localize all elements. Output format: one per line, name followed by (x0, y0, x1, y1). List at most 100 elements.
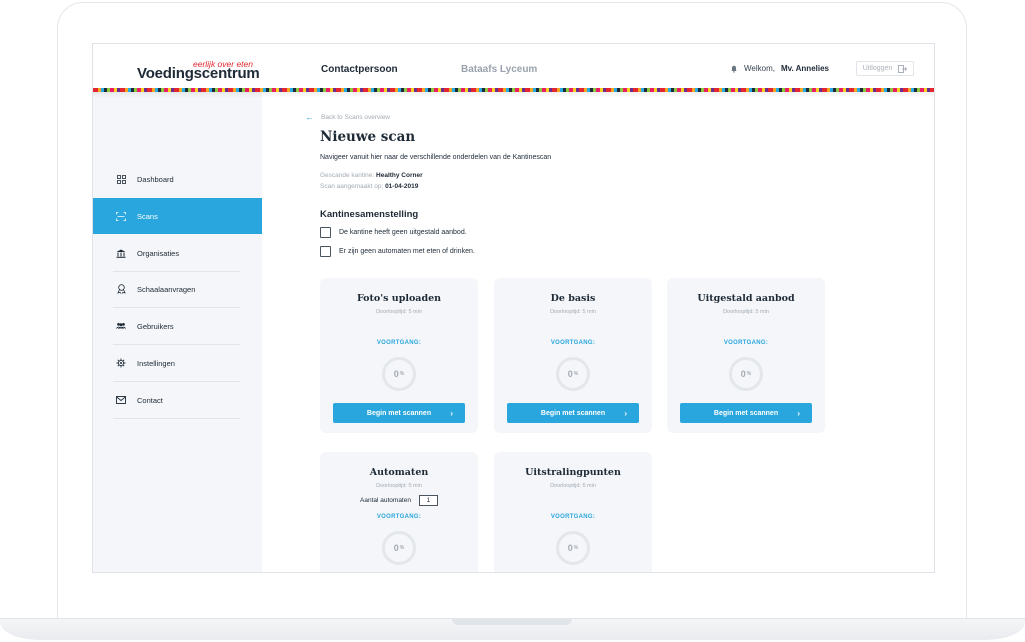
sidebar-item-label: Dashboard (137, 174, 174, 184)
checkbox-box[interactable] (320, 227, 331, 238)
card-display-offer: Uitgestald aanbod Doorlooptijd: 5 min VO… (667, 278, 825, 433)
sidebar: Dashboard Scans Organisaties Schaalaanvr… (93, 92, 262, 572)
progress-label: VOORTGANG: (376, 514, 422, 520)
vending-count-label: Aantal automaten (360, 497, 411, 504)
sidebar-item-schaalaanvragen[interactable]: Schaalaanvragen (93, 271, 262, 307)
progress-unit: % (399, 371, 405, 377)
tab-contactpersoon[interactable]: Contactpersoon (321, 64, 398, 75)
chevron-right-icon: › (624, 408, 627, 418)
progress-value: 0 (393, 369, 399, 379)
back-label: Back to Scans overview (321, 113, 391, 121)
sidebar-item-contact[interactable]: Contact (93, 382, 262, 418)
checkbox-no-vending[interactable]: Er zijn geen automaten met eten of drink… (320, 246, 475, 257)
sidebar-item-label: Schaalaanvragen (137, 284, 196, 294)
sidebar-item-dashboard[interactable]: Dashboard (93, 161, 262, 197)
card-title: Automaten (369, 467, 429, 478)
card-appearance-points: Uitstralingpunten Doorlooptijd: 5 min VO… (494, 452, 652, 572)
sidebar-item-label: Contact (137, 395, 163, 405)
users-icon (116, 321, 126, 331)
progress-ring: 0% (382, 357, 416, 391)
page-title: Nieuwe scan (320, 129, 416, 145)
logo-tagline: eerlijk over eten (193, 59, 254, 69)
sidebar-item-organisaties[interactable]: Organisaties (93, 235, 262, 271)
scan-icon (116, 211, 126, 221)
button-label: Begin met scannen (540, 409, 606, 417)
mail-icon (116, 395, 126, 405)
welcome-prefix: Welkom, (744, 64, 775, 73)
checkbox-label: Er zijn geen automaten met eten of drink… (339, 248, 475, 255)
section-title: Kantinesamenstelling (320, 209, 419, 220)
back-link[interactable]: ← Back to Scans overview (305, 112, 390, 122)
progress-value: 0 (567, 369, 573, 379)
logout-icon (898, 64, 908, 73)
progress-ring: 0% (556, 531, 590, 565)
tab-organisation[interactable]: Bataafs Lyceum (461, 64, 537, 75)
progress-label: VOORTGANG: (550, 340, 596, 346)
laptop-notch (452, 619, 572, 625)
card-title: De basis (550, 293, 596, 304)
sidebar-item-label: Instellingen (137, 358, 175, 368)
sidebar-item-gebruikers[interactable]: Gebruikers (93, 308, 262, 344)
created-meta: Scan aangemaakt op: 01-04-2019 (320, 183, 418, 190)
card-duration: Doorlooptijd: 5 min (550, 309, 596, 315)
card-title: Foto's uploaden (356, 293, 442, 304)
top-header: eerlijk over eten Voedingscentrum Contac… (93, 44, 934, 88)
chevron-right-icon: › (797, 408, 800, 418)
checkbox-no-display[interactable]: De kantine heeft geen uitgestald aanbod. (320, 227, 467, 238)
chevron-right-icon: › (450, 408, 453, 418)
created-label: Scan aangemaakt op: (320, 183, 384, 190)
page-subtitle: Navigeer vanuit hier naar de verschillen… (320, 154, 552, 161)
sidebar-item-label: Organisaties (137, 248, 180, 258)
sidebar-item-scans[interactable]: Scans (93, 198, 262, 234)
progress-unit: % (573, 545, 579, 551)
grid-icon (116, 174, 126, 184)
logout-button[interactable]: Uitloggen (856, 61, 914, 76)
begin-scan-button[interactable]: Begin met scannen › (680, 403, 812, 423)
sidebar-item-label: Gebruikers (137, 321, 174, 331)
progress-value: 0 (740, 369, 746, 379)
progress-label: VOORTGANG: (376, 340, 422, 346)
welcome-text: Welkom, Mv. Annelies (730, 64, 829, 73)
checkbox-box[interactable] (320, 246, 331, 257)
welcome-user: Mv. Annelies (780, 64, 829, 73)
logout-label: Uitloggen (862, 65, 893, 72)
card-vending-machines: Automaten Doorlooptijd: 5 min Aantal aut… (320, 452, 478, 572)
progress-ring: 0% (729, 357, 763, 391)
arrow-left-icon: ← (305, 112, 314, 122)
gear-icon (116, 358, 126, 368)
progress-label: VOORTGANG: (550, 514, 596, 520)
logo[interactable]: eerlijk over eten Voedingscentrum (137, 59, 260, 82)
card-title: Uitstralingpunten (525, 467, 621, 478)
progress-unit: % (399, 545, 405, 551)
progress-unit: % (746, 371, 752, 377)
begin-scan-button[interactable]: Begin met scannen › (507, 403, 639, 423)
card-title: Uitgestald aanbod (697, 293, 795, 304)
award-icon (116, 284, 126, 294)
sidebar-item-instellingen[interactable]: Instellingen (93, 345, 262, 381)
building-icon (116, 248, 126, 258)
canteen-meta: Gescande kantine: Healthy Corner (320, 172, 423, 179)
progress-value: 0 (567, 543, 573, 553)
vending-count-row: Aantal automaten 1 (320, 495, 478, 506)
sidebar-item-label: Scans (137, 211, 158, 221)
card-photos-upload: Foto's uploaden Doorlooptijd: 5 min VOOR… (320, 278, 478, 433)
progress-ring: 0% (556, 357, 590, 391)
vending-count-input[interactable]: 1 (418, 495, 438, 506)
card-duration: Doorlooptijd: 5 min (376, 483, 422, 489)
main-content: ← Back to Scans overview Nieuwe scan Nav… (262, 92, 934, 572)
canteen-label: Gescande kantine: (320, 172, 375, 179)
sidebar-divider (113, 418, 240, 419)
progress-label: VOORTGANG: (723, 340, 769, 346)
button-label: Begin met scannen (366, 409, 432, 417)
progress-ring: 0% (382, 531, 416, 565)
laptop-base (0, 618, 1025, 640)
canteen-value: Healthy Corner (376, 172, 423, 179)
app-window: eerlijk over eten Voedingscentrum Contac… (92, 43, 935, 573)
bell-icon[interactable] (730, 65, 738, 73)
begin-scan-button[interactable]: Begin met scannen › (333, 403, 465, 423)
progress-unit: % (573, 371, 579, 377)
progress-value: 0 (393, 543, 399, 553)
card-basis: De basis Doorlooptijd: 5 min VOORTGANG: … (494, 278, 652, 433)
checkbox-label: De kantine heeft geen uitgestald aanbod. (339, 229, 467, 236)
button-label: Begin met scannen (713, 409, 779, 417)
